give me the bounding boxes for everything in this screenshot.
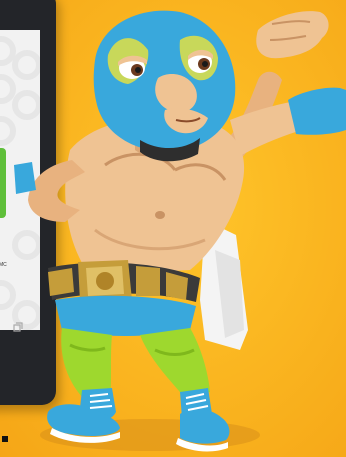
luchador-wrestler-mascot	[14, 10, 346, 452]
corner-mark	[2, 436, 8, 442]
promo-banner: dMC	[0, 0, 346, 457]
